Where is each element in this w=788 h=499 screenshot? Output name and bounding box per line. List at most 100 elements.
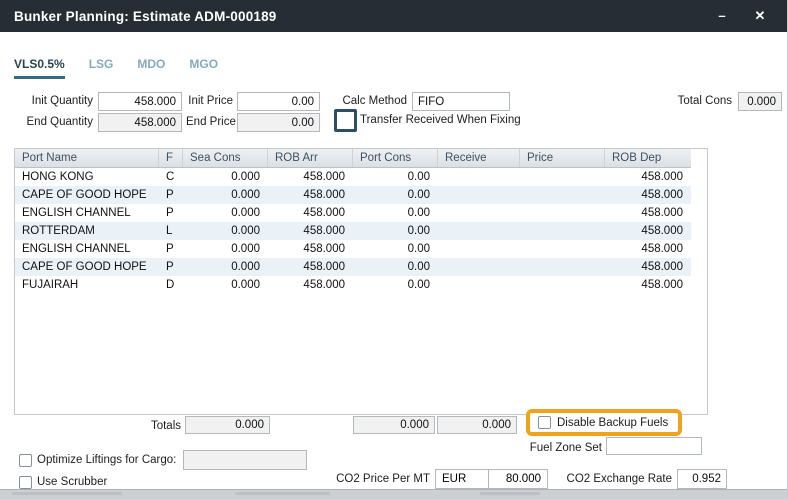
cell-price — [520, 204, 605, 222]
transfer-received-focus-highlight — [334, 109, 357, 132]
disable-backup-fuels-label: Disable Backup Fuels — [557, 417, 668, 429]
col-header-f[interactable]: F — [159, 149, 183, 167]
fuel-zone-set-label: Fuel Zone Set — [510, 439, 602, 458]
cell-rob-arr: 458.000 — [268, 168, 353, 186]
col-header-sea-cons[interactable]: Sea Cons — [183, 149, 268, 167]
col-header-receive[interactable]: Receive — [438, 149, 520, 167]
dialog-title: Bunker Planning: Estimate ADM-000189 — [14, 9, 277, 24]
cell-port-name: FUJAIRAH — [15, 276, 159, 294]
disable-backup-fuels-highlight: Disable Backup Fuels — [526, 409, 682, 436]
cell-rob-arr: 458.000 — [268, 222, 353, 240]
minimize-icon[interactable]: – — [707, 0, 737, 32]
cell-price — [520, 186, 605, 204]
totals-sea-cons-field — [185, 416, 270, 434]
cell-rob-arr: 458.000 — [268, 240, 353, 258]
total-cons-label: Total Cons — [655, 92, 732, 111]
background-cutoff-content — [12, 492, 122, 495]
init-price-label: Init Price — [186, 92, 233, 111]
co2-exchange-rate-field[interactable] — [677, 469, 727, 489]
cell-rob-dep: 458.000 — [605, 204, 691, 222]
background-cutoff-content — [480, 492, 540, 495]
cell-port-cons: 0.00 — [353, 276, 438, 294]
cell-f: P — [159, 258, 183, 276]
table-row[interactable]: ENGLISH CHANNEL P 0.000 458.000 0.00 458… — [15, 204, 691, 222]
port-rotation-grid: Port Name F Sea Cons ROB Arr Port Cons R… — [14, 148, 708, 415]
cell-receive — [438, 168, 520, 186]
grid-header: Port Name F Sea Cons ROB Arr Port Cons R… — [15, 149, 691, 168]
col-header-rob-dep[interactable]: ROB Dep — [605, 149, 691, 167]
cell-port-cons: 0.00 — [353, 186, 438, 204]
transfer-received-label: Transfer Received When Fixing — [360, 111, 530, 130]
cell-port-cons: 0.00 — [353, 222, 438, 240]
cell-rob-dep: 458.000 — [605, 276, 691, 294]
tab-mdo[interactable]: MDO — [137, 57, 165, 79]
cell-f: P — [159, 240, 183, 258]
cell-port-cons: 0.00 — [353, 168, 438, 186]
table-row[interactable]: FUJAIRAH D 0.000 458.000 0.00 458.000 — [15, 276, 691, 294]
disable-backup-fuels-checkbox[interactable] — [538, 416, 551, 429]
bunker-planning-dialog: Bunker Planning: Estimate ADM-000189 – ✕… — [0, 0, 788, 499]
cell-f: D — [159, 276, 183, 294]
init-quantity-field[interactable] — [98, 92, 182, 111]
end-price-field — [237, 113, 320, 132]
cell-f: P — [159, 186, 183, 204]
tab-vls05[interactable]: VLS0.5% — [14, 57, 65, 79]
cell-rob-dep: 458.000 — [605, 222, 691, 240]
close-icon[interactable]: ✕ — [745, 0, 775, 32]
cell-price — [520, 168, 605, 186]
init-quantity-label: Init Quantity — [0, 92, 93, 111]
cell-sea-cons: 0.000 — [183, 168, 268, 186]
cell-port-name: CAPE OF GOOD HOPE — [15, 186, 159, 204]
cell-f: P — [159, 204, 183, 222]
end-price-label: End Price — [186, 113, 233, 132]
fuel-zone-set-field[interactable] — [606, 437, 702, 455]
col-header-price[interactable]: Price — [520, 149, 605, 167]
table-row[interactable]: ENGLISH CHANNEL P 0.000 458.000 0.00 458… — [15, 240, 691, 258]
cell-sea-cons: 0.000 — [183, 258, 268, 276]
cell-rob-arr: 458.000 — [268, 258, 353, 276]
totals-receive-field — [437, 416, 517, 434]
cell-sea-cons: 0.000 — [183, 240, 268, 258]
table-row[interactable]: HONG KONG C 0.000 458.000 0.00 458.000 — [15, 168, 691, 186]
transfer-received-checkbox[interactable] — [339, 114, 352, 127]
cell-rob-arr: 458.000 — [268, 204, 353, 222]
cell-port-name: ROTTERDAM — [15, 222, 159, 240]
table-row[interactable]: CAPE OF GOOD HOPE P 0.000 458.000 0.00 4… — [15, 186, 691, 204]
col-header-rob-arr[interactable]: ROB Arr — [268, 149, 353, 167]
background-cutoff-content — [235, 492, 330, 495]
end-quantity-field — [98, 113, 182, 132]
co2-price-group: EUR 80.000 — [435, 469, 548, 489]
cell-f: C — [159, 168, 183, 186]
cell-port-cons: 0.00 — [353, 258, 438, 276]
co2-price-field[interactable]: 80.000 — [489, 470, 547, 488]
tab-mgo[interactable]: MGO — [189, 57, 218, 79]
cell-receive — [438, 204, 520, 222]
init-price-field[interactable] — [237, 92, 320, 111]
use-scrubber-checkbox[interactable] — [19, 476, 32, 489]
cell-port-name: HONG KONG — [15, 168, 159, 186]
background-page-sliver — [0, 490, 788, 499]
cell-port-name: CAPE OF GOOD HOPE — [15, 258, 159, 276]
cell-port-cons: 0.00 — [353, 204, 438, 222]
calc-method-field[interactable] — [412, 92, 510, 111]
optimize-liftings-checkbox[interactable] — [19, 454, 32, 467]
cell-price — [520, 240, 605, 258]
table-row[interactable]: CAPE OF GOOD HOPE P 0.000 458.000 0.00 4… — [15, 258, 691, 276]
optimize-liftings-cargo-field — [183, 450, 307, 470]
tab-lsg[interactable]: LSG — [89, 57, 114, 79]
cell-rob-dep: 458.000 — [605, 168, 691, 186]
cell-port-cons: 0.00 — [353, 240, 438, 258]
cell-sea-cons: 0.000 — [183, 276, 268, 294]
cell-receive — [438, 240, 520, 258]
co2-currency-field[interactable]: EUR — [436, 470, 489, 488]
cell-port-name: ENGLISH CHANNEL — [15, 204, 159, 222]
cell-port-name: ENGLISH CHANNEL — [15, 240, 159, 258]
table-row[interactable]: ROTTERDAM L 0.000 458.000 0.00 458.000 — [15, 222, 691, 240]
title-bar: Bunker Planning: Estimate ADM-000189 — [0, 0, 788, 32]
cell-sea-cons: 0.000 — [183, 186, 268, 204]
cell-rob-dep: 458.000 — [605, 186, 691, 204]
totals-label: Totals — [120, 417, 181, 436]
col-header-port-name[interactable]: Port Name — [15, 149, 159, 167]
col-header-port-cons[interactable]: Port Cons — [353, 149, 438, 167]
cell-price — [520, 258, 605, 276]
